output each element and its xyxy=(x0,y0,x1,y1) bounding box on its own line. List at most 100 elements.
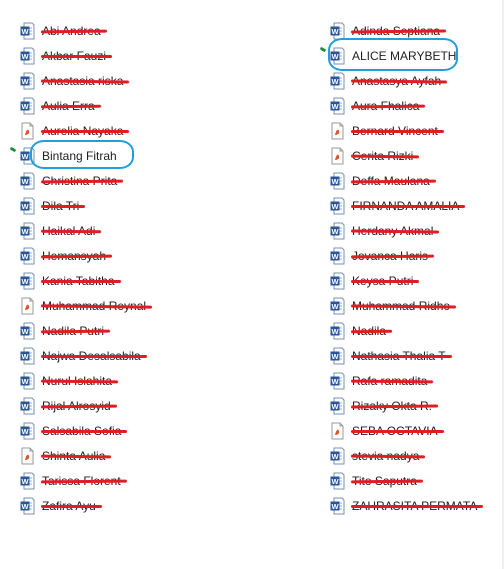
file-item-aura-fhalica[interactable]: W Aura Fhalica xyxy=(330,93,500,118)
file-item-bintang-fitrah[interactable]: W Bintang Fitrah xyxy=(9,140,270,169)
strikethrough-mark xyxy=(40,479,127,483)
strikethrough-mark xyxy=(41,129,130,133)
file-item-seba-octavia[interactable]: SEBA OCTAVIA xyxy=(330,418,500,443)
strikethrough-mark xyxy=(40,229,102,233)
file-name: Tarissa Florent xyxy=(40,474,127,488)
file-name: Aura Fhalica xyxy=(350,99,426,113)
svg-text:W: W xyxy=(21,352,29,361)
strikethrough-mark xyxy=(350,454,426,458)
svg-text:W: W xyxy=(21,152,29,161)
file-name: Bintang Fitrah xyxy=(42,148,117,163)
word-icon: W xyxy=(330,272,345,290)
strikethrough-mark xyxy=(350,29,447,33)
word-icon: W xyxy=(330,297,345,315)
strikethrough-mark xyxy=(40,254,113,258)
svg-text:W: W xyxy=(21,252,29,261)
file-name: SEBA OCTAVIA xyxy=(351,424,444,438)
strikethrough-mark xyxy=(351,129,444,133)
file-item-rizaky-okta-r[interactable]: W Rizaky Okta R. xyxy=(330,393,500,418)
word-icon: W xyxy=(330,447,345,465)
word-icon: W xyxy=(330,497,345,515)
file-item-keysa-putri[interactable]: W Keysa Putri xyxy=(330,268,500,293)
strikethrough-mark xyxy=(41,204,86,208)
file-item-alice-marybeth[interactable]: W ALICE MARYBETH xyxy=(319,38,500,71)
file-item-aurelia-nayaka[interactable]: Aurelia Nayaka xyxy=(20,118,270,143)
file-item-kania-tabitha[interactable]: W Kania Tabitha xyxy=(20,268,270,293)
svg-text:W: W xyxy=(21,477,29,486)
file-item-muhammad-reynal[interactable]: Muhammad Reynal xyxy=(20,293,270,318)
file-name: Rafa ramadita xyxy=(350,374,434,388)
strikethrough-mark xyxy=(350,404,439,408)
word-icon: W xyxy=(20,72,35,90)
file-item-salsabila-sofia[interactable]: W Salsabila Sofia xyxy=(20,418,270,443)
file-item-shinta-aulia[interactable]: Shinta Aulia xyxy=(20,443,270,468)
strikethrough-mark xyxy=(40,179,124,183)
file-item-nathasia-thalia-t[interactable]: W Nathasia Thalia T xyxy=(330,343,500,368)
file-item-zafira-ayu[interactable]: W Zafira Ayu xyxy=(20,493,270,518)
svg-text:W: W xyxy=(21,102,29,111)
file-item-rafa-ramadita[interactable]: W Rafa ramadita xyxy=(330,368,500,393)
file-item-rijal-alrosyid[interactable]: W Rijal Alrosyid xyxy=(20,393,270,418)
file-item-deffa-maulana[interactable]: W Deffa Maulana xyxy=(330,168,500,193)
file-item-muhammad-ridho[interactable]: W Muhammad Ridho xyxy=(330,293,500,318)
word-icon: W xyxy=(20,322,35,340)
word-icon: W xyxy=(20,172,35,190)
file-item-nurul-islahita[interactable]: W Nurul Islahita xyxy=(20,368,270,393)
strikethrough-mark xyxy=(41,279,121,283)
svg-text:W: W xyxy=(21,327,29,336)
svg-text:W: W xyxy=(331,77,339,86)
file-item-zahrasita-permata[interactable]: W ZAHRASITA PERMATA xyxy=(330,493,500,518)
file-item-haikal-adi[interactable]: W Haikal Adi xyxy=(20,218,270,243)
file-item-nadila-putri[interactable]: W Nadila Putri xyxy=(20,318,270,343)
file-name: Akbar Fauzi xyxy=(41,49,113,63)
file-item-bernard-vincent[interactable]: Bernard Vincent xyxy=(330,118,500,143)
file-item-najwa-desalsabila[interactable]: W Najwa Desalsabila xyxy=(20,343,270,368)
file-item-jovanca-haris[interactable]: W Jovanca Haris xyxy=(330,243,500,268)
file-item-abi-andrea[interactable]: W Abi Andrea xyxy=(20,18,270,43)
file-item-anastasia-riska[interactable]: W Anastasia riska xyxy=(20,68,270,93)
file-item-tito-saputra[interactable]: W Tito Saputra xyxy=(330,468,500,493)
word-icon: W xyxy=(330,472,345,490)
file-item-herdany-akmal[interactable]: W Herdany Akmal xyxy=(330,218,500,243)
pdf-icon xyxy=(20,447,35,465)
word-icon: W xyxy=(330,322,345,340)
file-name: Rizaky Okta R. xyxy=(350,399,439,413)
file-column-right: W Adinda Septiana W ALICE MARYBETH W Anastasy… xyxy=(319,18,500,518)
svg-text:W: W xyxy=(21,377,29,386)
strikethrough-mark xyxy=(40,29,107,33)
file-item-aulia-erra[interactable]: W Aulia Erra xyxy=(20,93,270,118)
svg-text:W: W xyxy=(331,477,339,486)
file-item-adinda-septiana[interactable]: W Adinda Septiana xyxy=(330,18,500,43)
svg-text:W: W xyxy=(21,502,29,511)
file-item-nadila[interactable]: W Nadila xyxy=(330,318,500,343)
file-name: Christina Prita xyxy=(40,174,124,188)
file-item-hemansyah[interactable]: W Hemansyah xyxy=(20,243,270,268)
svg-text:W: W xyxy=(331,502,339,511)
file-item-dila-tri[interactable]: W Dila Tri xyxy=(20,193,270,218)
word-icon: W xyxy=(330,47,345,65)
word-icon: W xyxy=(330,197,345,215)
word-icon: W xyxy=(20,422,35,440)
word-icon: W xyxy=(20,47,35,65)
file-item-firnanda-amalia[interactable]: W FIRNANDA AMALIA xyxy=(330,193,500,218)
file-item-christina-prita[interactable]: W Christina Prita xyxy=(20,168,270,193)
file-name: Rijal Alrosyid xyxy=(40,399,117,413)
file-item-tarissa-florent[interactable]: W Tarissa Florent xyxy=(20,468,270,493)
file-item-anastasya-ayfah[interactable]: W Anastasya Ayfah xyxy=(330,68,500,93)
strikethrough-mark xyxy=(350,329,393,333)
svg-text:W: W xyxy=(21,202,29,211)
word-icon: W xyxy=(330,347,345,365)
file-name: Anastasia riska xyxy=(40,74,130,88)
strikethrough-mark xyxy=(351,504,484,508)
file-item-akbar-fauzi[interactable]: W Akbar Fauzi xyxy=(20,43,270,68)
word-icon: W xyxy=(20,197,35,215)
svg-text:W: W xyxy=(331,352,339,361)
file-item-cerita-rizki[interactable]: Cerita Rizki xyxy=(330,143,500,168)
svg-text:W: W xyxy=(21,77,29,86)
check-mark xyxy=(319,46,327,53)
file-name: Dila Tri xyxy=(41,199,86,213)
file-item-stevia-nadya[interactable]: Wstevia nadya xyxy=(330,443,500,468)
svg-text:W: W xyxy=(21,402,29,411)
strikethrough-mark xyxy=(350,104,426,108)
pdf-icon xyxy=(330,122,345,140)
